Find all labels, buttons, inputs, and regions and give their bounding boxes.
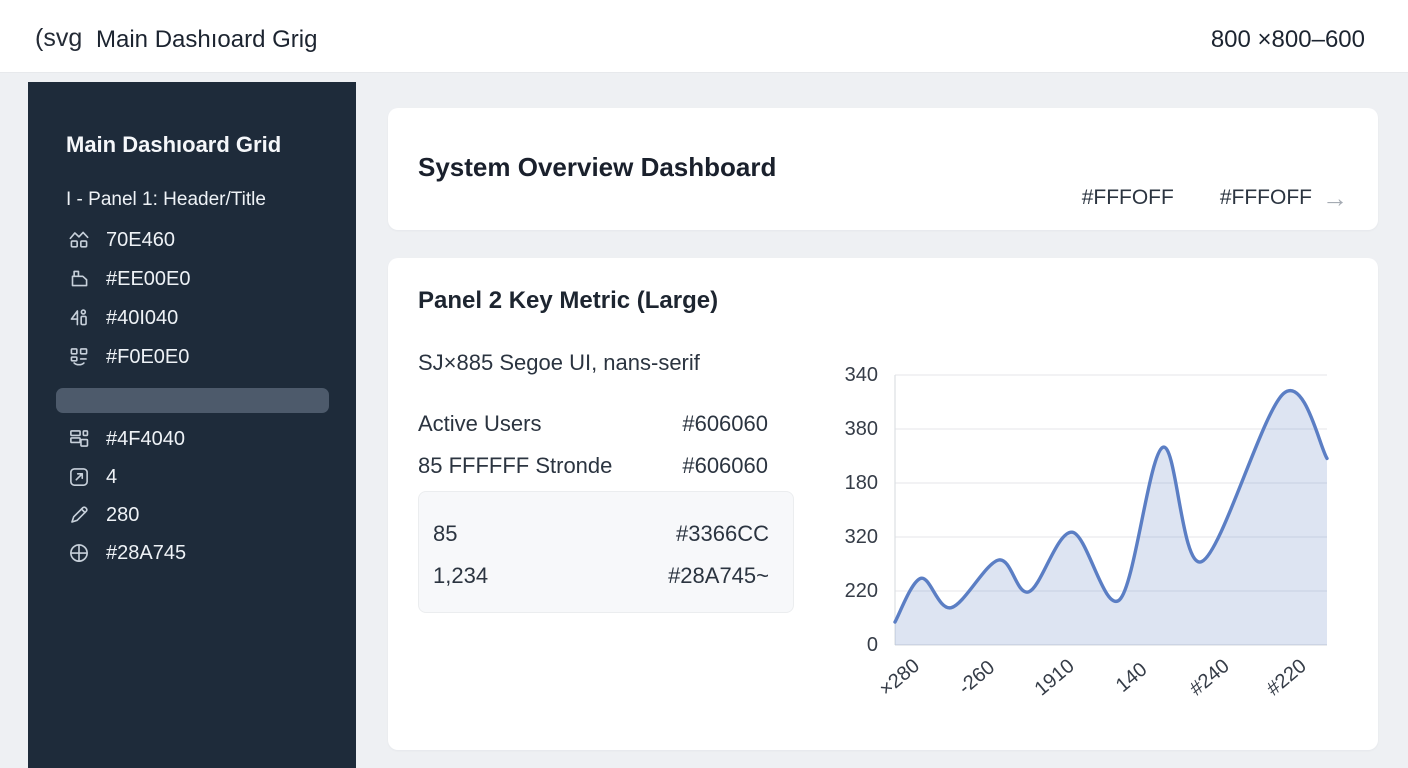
stat-row: 1,234 #28A745~ <box>433 563 769 589</box>
layout-grid-icon <box>66 426 92 452</box>
sidebar-item-label: #40I040 <box>106 306 179 329</box>
stat-row-value: #3366CC <box>676 521 769 546</box>
y-axis-label: 180 <box>844 472 878 494</box>
stat-row-value: #28A745~ <box>668 563 769 588</box>
y-axis-label: 320 <box>844 526 878 548</box>
x-axis-label: -260 <box>954 656 1000 699</box>
container-icon <box>66 266 92 292</box>
metric-row-value: #606060 <box>682 411 768 436</box>
y-axis-label: 340 <box>844 364 878 386</box>
metric-row: Active Users #606060 <box>418 411 768 437</box>
forward-arrow-icon[interactable]: → <box>1322 185 1348 211</box>
metric-row-label: 85 FFFFFF Stronde <box>418 453 613 478</box>
sidebar-item[interactable]: 70E460 <box>66 221 175 259</box>
app-header: (svg Main Dashıoard Grig 800 ×800–600 <box>0 0 1408 73</box>
sidebar-item[interactable]: 280 <box>66 496 139 534</box>
sidebar-item-label: 4 <box>106 465 118 488</box>
metric-subtitle: SJ×885 Segoe UI, nans-serif <box>418 350 700 375</box>
stat-box: 85 #3366CC 1,234 #28A745~ <box>418 491 794 613</box>
sidebar-item-label: #F0E0E0 <box>106 345 190 368</box>
y-axis-label: 380 <box>844 418 878 440</box>
shape-tool-icon <box>66 305 92 331</box>
svg-logo: (svg <box>35 24 83 52</box>
canvas-dimensions: 800 ×800–600 <box>1210 26 1365 53</box>
metric-row: 85 FFFFFF Stronde #606060 <box>418 453 768 479</box>
stat-row: 85 #3366CC <box>433 521 769 547</box>
home-group-icon <box>66 227 92 253</box>
sidebar: Main Dashıoard Grid I - Panel 1: Header/… <box>28 82 356 768</box>
sidebar-selected-row[interactable] <box>56 388 329 413</box>
sidebar-item[interactable]: #4F4040 <box>66 420 185 458</box>
stat-row-label: 85 <box>433 521 458 546</box>
globe-icon <box>66 540 92 566</box>
sidebar-title: Main Dashıoard Grid <box>66 132 282 157</box>
sidebar-item-label: 280 <box>106 503 140 526</box>
overview-title: System Overview Dashboard <box>418 152 777 182</box>
metric-card: Panel 2 Key Metric (Large) SJ×885 Segoe … <box>388 258 1378 750</box>
sidebar-item[interactable]: #F0E0E0 <box>66 338 189 376</box>
app-title: Main Dashıoard Grig <box>96 26 318 53</box>
sidebar-item-label: #EE00E0 <box>106 267 191 290</box>
x-axis-label: 1910 <box>1030 654 1079 701</box>
sidebar-item-label: #4F4040 <box>106 427 185 450</box>
x-axis-label: 140 <box>1112 658 1152 697</box>
metric-area-chart <box>893 374 1329 646</box>
sidebar-item[interactable]: #40I040 <box>66 299 178 337</box>
external-link-icon <box>66 464 92 490</box>
sidebar-item[interactable]: #28A745 <box>66 534 186 572</box>
sidebar-item[interactable]: 4 <box>66 458 117 496</box>
metric-row-label: Active Users <box>418 411 542 436</box>
color-value-1: #FFFOFF <box>1081 186 1174 209</box>
metric-row-value: #606060 <box>682 453 768 478</box>
color-value-2: #FFFOFF <box>1219 186 1312 209</box>
overview-card: System Overview Dashboard #FFFOFF #FFFOF… <box>388 108 1378 230</box>
stat-row-label: 1,234 <box>433 563 489 588</box>
grid-dots-icon <box>66 344 92 370</box>
overview-values: #FFFOFF #FFFOFF → <box>1081 185 1348 211</box>
y-axis-label: 220 <box>844 580 878 602</box>
sidebar-section-label: I - Panel 1: Header/Title <box>66 189 266 210</box>
x-axis-label: #240 <box>1185 654 1234 701</box>
sidebar-item-label: 70E460 <box>106 228 175 251</box>
x-axis-label: ×280 <box>875 654 925 701</box>
x-axis-label: #220 <box>1262 654 1311 701</box>
sidebar-item-label: #28A745 <box>106 541 187 564</box>
metric-title: Panel 2 Key Metric (Large) <box>418 287 719 314</box>
y-axis-label: 0 <box>866 634 878 656</box>
pencil-icon <box>66 502 92 528</box>
sidebar-item[interactable]: #EE00E0 <box>66 260 191 298</box>
